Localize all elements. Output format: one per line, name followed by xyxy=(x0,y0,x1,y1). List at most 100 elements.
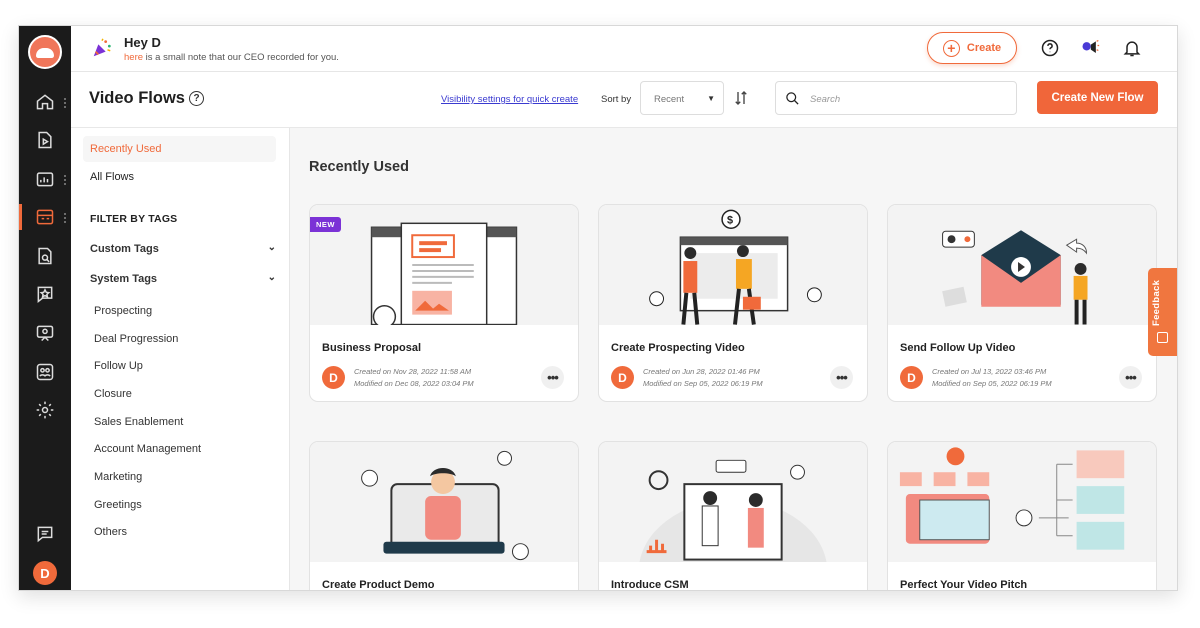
card-title: Introduce CSM xyxy=(611,579,689,591)
tag-deal-progression[interactable]: Deal Progression xyxy=(94,333,178,345)
card-title: Create Prospecting Video xyxy=(611,342,745,354)
settings-gear-icon[interactable] xyxy=(33,398,57,422)
flow-card[interactable]: Send Follow Up Video D Created on Jul 13… xyxy=(887,204,1157,402)
search-input[interactable]: Search xyxy=(775,81,1017,115)
card-meta: Created on Jun 28, 2022 01:46 PM Modified… xyxy=(643,366,763,390)
custom-tags-label: Custom Tags xyxy=(90,243,159,255)
flow-card[interactable]: NEW Business Proposal D Created on Nov 2… xyxy=(309,204,579,402)
tag-sales-enablement[interactable]: Sales Enablement xyxy=(94,416,183,428)
filter-by-tags-heading: FILTER BY TAGS xyxy=(90,213,178,225)
card-title: Perfect Your Video Pitch xyxy=(900,579,1028,591)
flow-card[interactable]: $ Create Prospecting Video D Created on … xyxy=(598,204,868,402)
card-meta: Created on Nov 28, 2022 11:58 AM Modified… xyxy=(354,366,474,390)
creator-avatar: D xyxy=(611,366,634,389)
home-icon[interactable] xyxy=(33,90,57,114)
flow-card[interactable]: Create Product Demo xyxy=(309,441,579,590)
feedback-label: Feedback xyxy=(1151,279,1162,326)
svg-text:$: $ xyxy=(727,214,733,226)
star-badge-icon[interactable] xyxy=(33,282,57,306)
modified-date: Modified on Sep 05, 2022 06:19 PM xyxy=(932,379,1052,388)
question-icon[interactable]: ? xyxy=(189,91,204,106)
greeting-note-text: is a small note that our CEO recorded fo… xyxy=(145,52,339,63)
more-options-button[interactable]: ••• xyxy=(830,366,853,389)
sidebar-item-recently-used[interactable]: Recently Used xyxy=(83,136,276,162)
visibility-settings-link[interactable]: Visibility settings for quick create xyxy=(441,94,578,105)
custom-tags-toggle[interactable]: Custom Tags ⌄ xyxy=(90,242,276,255)
card-title: Send Follow Up Video xyxy=(900,342,1016,354)
team-icon[interactable] xyxy=(33,360,57,384)
chat-icon[interactable] xyxy=(33,522,57,546)
tag-account-management[interactable]: Account Management xyxy=(94,443,201,455)
feedback-tab[interactable]: Feedback xyxy=(1148,268,1177,356)
search-icon xyxy=(786,92,799,105)
flows-icon[interactable] xyxy=(33,205,57,229)
app-window: D Hey D here is a small note that our CE… xyxy=(18,25,1178,591)
system-tags-toggle[interactable]: System Tags ⌄ xyxy=(90,272,276,285)
tag-follow-up[interactable]: Follow Up xyxy=(94,360,143,372)
new-badge: NEW xyxy=(310,217,341,232)
plus-circle-icon: + xyxy=(942,39,960,57)
tag-marketing[interactable]: Marketing xyxy=(94,471,142,483)
analytics-menu-dots[interactable] xyxy=(63,174,67,186)
main-content: Recently Used NEW Business Proposal D Cr… xyxy=(290,128,1177,590)
home-menu-dots[interactable] xyxy=(63,97,67,109)
chevron-down-icon: ⌄ xyxy=(267,272,276,283)
create-button[interactable]: + Create xyxy=(927,32,1017,64)
feedback-icon xyxy=(1157,332,1168,343)
created-date: Created on Jun 28, 2022 01:46 PM xyxy=(643,367,760,376)
brand-logo[interactable] xyxy=(28,35,62,69)
active-indicator xyxy=(19,204,22,230)
more-options-button[interactable]: ••• xyxy=(1119,366,1142,389)
flow-card[interactable]: Perfect Your Video Pitch xyxy=(887,441,1157,591)
ceo-note-link[interactable]: here xyxy=(124,52,143,63)
top-bar: Hey D here is a small note that our CEO … xyxy=(71,26,1177,72)
sort-label: Sort by xyxy=(601,94,632,105)
tag-closure[interactable]: Closure xyxy=(94,388,132,400)
caret-down-icon: ▼ xyxy=(707,94,715,103)
card-meta: Created on Jul 13, 2022 03:46 PM Modified… xyxy=(932,366,1052,390)
video-pitch-illustration xyxy=(888,442,1156,562)
document-search-icon[interactable] xyxy=(33,244,57,268)
modified-date: Modified on Sep 05, 2022 06:19 PM xyxy=(643,379,763,388)
business-proposal-illustration xyxy=(310,205,578,325)
prospecting-illustration: $ xyxy=(599,205,867,325)
tag-others[interactable]: Others xyxy=(94,526,127,538)
modified-date: Modified on Dec 08, 2022 03:04 PM xyxy=(354,379,474,388)
create-new-flow-button[interactable]: Create New Flow xyxy=(1037,81,1158,114)
notification-bell-icon[interactable] xyxy=(1122,38,1142,58)
search-placeholder: Search xyxy=(810,94,841,105)
more-options-button[interactable]: ••• xyxy=(541,366,564,389)
follow-up-illustration xyxy=(888,205,1156,325)
filter-sidebar: Recently Used All Flows FILTER BY TAGS C… xyxy=(71,128,290,590)
sort-dropdown[interactable]: Recent ▼ xyxy=(640,81,724,115)
greeting-note: here is a small note that our CEO record… xyxy=(124,52,339,63)
tag-prospecting[interactable]: Prospecting xyxy=(94,305,152,317)
icon-rail: D xyxy=(19,26,71,590)
page-title: Video Flows xyxy=(89,89,185,107)
help-icon[interactable] xyxy=(1040,38,1060,58)
video-file-icon[interactable] xyxy=(33,128,57,152)
party-popper-icon xyxy=(93,38,111,57)
flows-menu-dots[interactable] xyxy=(63,212,67,224)
card-title: Business Proposal xyxy=(322,342,422,354)
creator-avatar: D xyxy=(900,366,923,389)
user-avatar[interactable]: D xyxy=(33,561,57,585)
system-tags-label: System Tags xyxy=(90,273,158,285)
introduce-csm-illustration xyxy=(599,442,867,562)
presentation-icon[interactable] xyxy=(33,321,57,345)
chevron-down-icon: ⌄ xyxy=(267,242,276,253)
greeting-title: Hey D xyxy=(124,35,161,50)
sidebar-item-all-flows[interactable]: All Flows xyxy=(83,164,276,190)
sort-value: Recent xyxy=(654,94,685,105)
flow-card[interactable]: Introduce CSM xyxy=(598,441,868,591)
announcement-icon[interactable] xyxy=(1080,38,1100,58)
page-header: Video Flows ? Visibility settings for qu… xyxy=(71,72,1177,128)
analytics-icon[interactable] xyxy=(33,167,57,191)
section-title: Recently Used xyxy=(309,159,409,175)
created-date: Created on Nov 28, 2022 11:58 AM xyxy=(354,367,472,376)
tag-greetings[interactable]: Greetings xyxy=(94,499,142,511)
create-button-label: Create xyxy=(966,42,1002,54)
product-demo-illustration xyxy=(310,442,578,562)
sort-order-icon[interactable] xyxy=(732,89,750,107)
creator-avatar: D xyxy=(322,366,345,389)
